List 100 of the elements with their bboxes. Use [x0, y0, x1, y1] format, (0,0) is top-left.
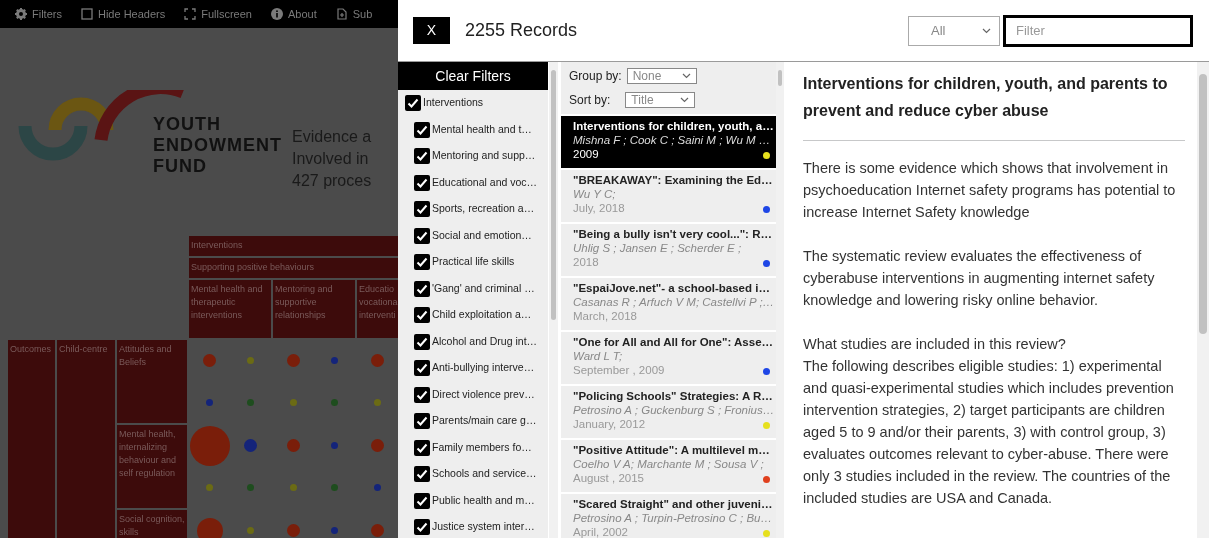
checkbox[interactable] — [414, 413, 430, 430]
record-item[interactable]: "One for All and All for One": Asse… Ward L T; September , 2009 — [561, 332, 776, 384]
logo-text: FUND — [153, 156, 208, 177]
checkbox[interactable] — [405, 95, 421, 112]
checkbox[interactable] — [414, 333, 430, 350]
checkbox[interactable] — [414, 280, 430, 297]
filter-item[interactable]: Practical life skills — [398, 249, 548, 276]
record-authors: Wu Y C; — [573, 187, 617, 201]
checkbox[interactable] — [414, 386, 430, 403]
record-authors: Petrosino A ; Turpin-Petrosino C ; Bu… — [573, 511, 770, 525]
scope-select[interactable]: All — [908, 15, 1000, 46]
column-header: Interventions — [189, 236, 398, 256]
checkbox[interactable] — [414, 148, 430, 165]
document-icon — [335, 8, 348, 20]
record-item[interactable]: Interventions for children, youth, a… Mishna F ; Cook C ; Saini M ; Wu M … 2009 — [561, 116, 776, 168]
record-date: January, 2012 — [573, 417, 646, 431]
toolbar-button[interactable]: Fullscreen — [184, 5, 252, 23]
filter-item[interactable]: Justice system inter… — [398, 514, 548, 538]
checkbox[interactable] — [414, 519, 430, 536]
filter-item[interactable]: Parents/main care g… — [398, 408, 548, 435]
record-authors: Casanas R ; Arfuch V M; Castellvi P ;… — [573, 295, 770, 309]
scrollbar[interactable] — [1197, 62, 1209, 538]
record-date: September , 2009 — [573, 363, 665, 377]
clear-filters-button[interactable]: Clear Filters — [398, 62, 548, 90]
filter-item[interactable]: Schools and service… — [398, 461, 548, 488]
record-authors: Ward L T; — [573, 349, 624, 363]
caret-icon — [681, 73, 691, 79]
filter-item[interactable]: Mental health and t… — [398, 116, 548, 143]
record-item[interactable]: "Policing Schools" Strategies: A R… Petrosino A ; Guckenburg S ; Fronius… January, 2012 — [561, 386, 776, 438]
toolbar-button[interactable]: Hide Headers — [80, 5, 166, 23]
record-title: "Scared Straight" and other juveni… — [573, 497, 770, 511]
record-item[interactable]: "Positive Attitude": A multilevel m… Coelho V A; Marchante M ; Sousa V ; August , 2015 — [561, 440, 776, 492]
detail-paragraph: The systematic review evaluates the effectiveness of cyberabuse interventions in augmenting internet safety knowledge and lowering risky online behavior. — [803, 247, 1156, 310]
record-title: "BREAKAWAY": Examining the Ed… — [573, 173, 770, 187]
filter-item[interactable]: Child exploitation a… — [398, 302, 548, 329]
row-header: Social cognition, skills — [117, 510, 187, 538]
sort-select[interactable]: Title — [625, 92, 696, 108]
filter-item[interactable]: Sports, recreation a… — [398, 196, 548, 223]
detail-paragraph: What studies are included in this review? — [803, 335, 1067, 354]
record-title: "One for All and All for One": Asse… — [573, 335, 770, 349]
filter-item[interactable]: Social and emotion… — [398, 222, 548, 249]
record-count: 2255 Records — [465, 19, 578, 42]
record-date: August , 2015 — [573, 471, 644, 485]
column-header: Supporting positive behaviours — [189, 258, 398, 278]
filter-item[interactable]: Mentoring and supp… — [398, 143, 548, 170]
column-header: Mentoring and supportive relationships — [273, 280, 355, 338]
detail-paragraph: There is some evidence which shows that involvement in psychoeducation Internet safety programs has potential to increase Internet Safety knowledge — [803, 159, 1177, 222]
scrollbar[interactable] — [549, 62, 558, 538]
filter-item[interactable]: Public health and m… — [398, 487, 548, 514]
record-authors: Mishna F ; Cook C ; Saini M ; Wu M … — [573, 133, 770, 147]
filter-field[interactable]: Filter — [1003, 14, 1193, 47]
filter-item[interactable]: 'Gang' and criminal … — [398, 275, 548, 302]
record-item[interactable]: "EspaiJove.net"- a school-based i… Casanas R ; Arfuch V M; Castellvi P ;… March, 2018 — [561, 278, 776, 330]
caret-icon — [982, 27, 991, 34]
group-select[interactable]: None — [626, 68, 697, 84]
checkbox[interactable] — [414, 227, 430, 244]
filter-item[interactable]: Alcohol and Drug int… — [398, 328, 548, 355]
record-date: July, 2018 — [573, 201, 625, 215]
toolbar-button[interactable]: About — [270, 5, 317, 23]
checkbox[interactable] — [414, 254, 430, 271]
detail-title: Interventions for children, youth, and parents to prevent and reduce cyber abuse — [803, 74, 1169, 121]
checkbox[interactable] — [414, 174, 430, 191]
record-date: March, 2018 — [573, 309, 637, 323]
toolbar-button[interactable]: Sub — [335, 5, 373, 23]
scrollbar[interactable] — [776, 62, 784, 538]
record-date: 2009 — [573, 147, 599, 161]
info-icon — [270, 8, 283, 20]
checkbox[interactable] — [414, 466, 430, 483]
checkbox[interactable] — [414, 121, 430, 138]
column-header: Educatio vocationa interventi — [357, 280, 398, 338]
record-title: "EspaiJove.net"- a school-based i… — [573, 281, 770, 295]
filter-item[interactable]: Educational and voc… — [398, 169, 548, 196]
close-button[interactable]: X — [413, 17, 450, 44]
checkbox[interactable] — [414, 360, 430, 377]
checkbox[interactable] — [414, 201, 430, 218]
record-date: 2018 — [573, 255, 599, 269]
filter-item[interactable]: Anti-bullying interve… — [398, 355, 548, 382]
toolbar-button[interactable]: Filters — [15, 5, 62, 23]
filter-item[interactable]: Direct violence prev… — [398, 381, 548, 408]
sort-label: Sort by: — [569, 92, 611, 109]
row-header: Mental health, internalizing behaviour and self regulation — [117, 425, 187, 508]
checkbox[interactable] — [414, 307, 430, 324]
caret-icon — [680, 97, 690, 103]
column-header: Mental health and therapeutic interventions — [189, 280, 271, 338]
row-header: Outcomes — [8, 340, 55, 538]
record-title: "Positive Attitude": A multilevel m… — [573, 443, 770, 457]
record-item[interactable]: "Scared Straight" and other juveni… Petrosino A ; Turpin-Petrosino C ; Bu… April, 2002 — [561, 494, 776, 538]
logo-text: YOUTH — [153, 114, 222, 135]
gear-icon — [15, 8, 27, 20]
filter-item[interactable]: Interventions — [398, 90, 548, 117]
fullscreen-icon — [184, 8, 197, 20]
checkbox[interactable] — [414, 492, 430, 509]
row-header: Attitudes and Beliefs — [117, 340, 187, 423]
record-title: "Being a bully isn't very cool...": R… — [573, 227, 770, 241]
record-item[interactable]: "Being a bully isn't very cool...": R… Uhlig S ; Jansen E ; Scherder E ; 2018 — [561, 224, 776, 276]
record-item[interactable]: "BREAKAWAY": Examining the Ed… Wu Y C; July, 2018 — [561, 170, 776, 222]
record-date: April, 2002 — [573, 525, 628, 538]
row-header: Child-centre — [57, 340, 115, 538]
checkbox[interactable] — [414, 439, 430, 456]
filter-item[interactable]: Family members fo… — [398, 434, 548, 461]
